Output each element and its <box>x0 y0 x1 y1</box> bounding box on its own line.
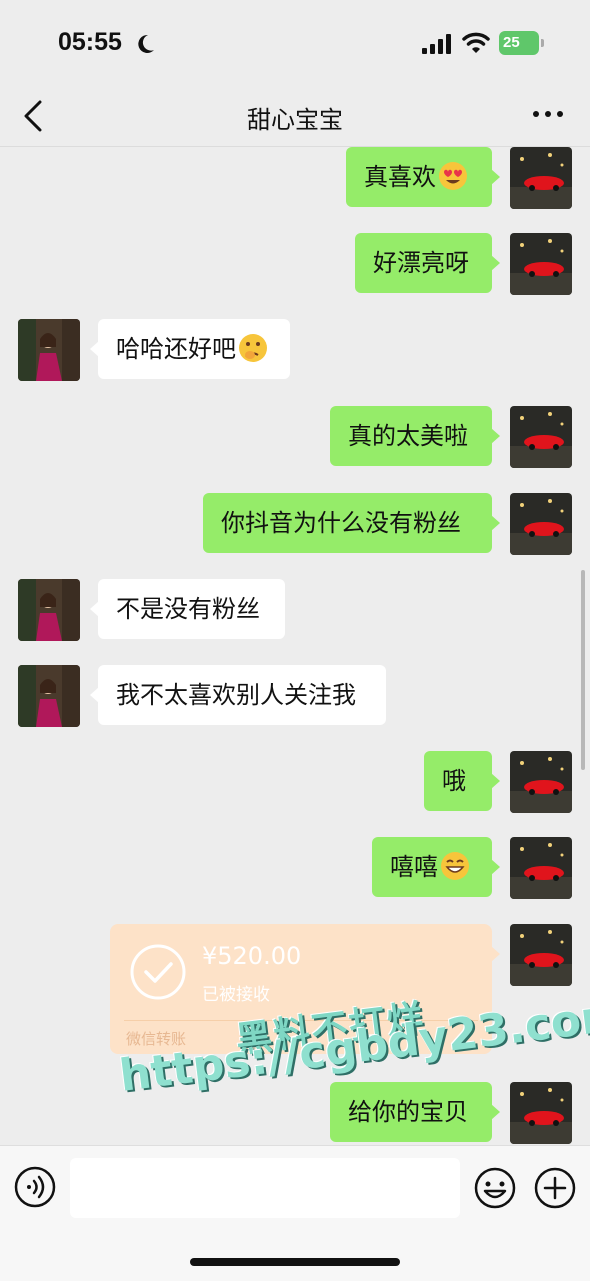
transfer-status: 已被接收 <box>202 985 270 1005</box>
voice-icon[interactable] <box>14 1166 56 1208</box>
car-avatar-image <box>510 406 572 468</box>
contact-avatar[interactable] <box>18 579 80 641</box>
status-time: 05:55 <box>58 28 122 56</box>
battery-level: 25 <box>503 34 520 51</box>
car-avatar-image <box>510 147 572 209</box>
input-bar <box>0 1145 590 1281</box>
wifi-icon <box>462 32 490 53</box>
message-bubble-sent[interactable]: 真喜欢 <box>346 147 500 207</box>
message-bubble-received[interactable]: 我不太喜欢别人关注我 <box>90 665 386 725</box>
message-text: 真的太美啦 <box>348 422 468 450</box>
chat-header: 甜心宝宝 <box>0 90 590 147</box>
message-bubble-sent[interactable]: 真的太美啦 <box>330 406 500 466</box>
battery-tip <box>541 39 544 47</box>
message-text: 哈哈还好吧 <box>116 335 236 363</box>
message-input[interactable] <box>70 1158 460 1218</box>
signal-icon <box>422 34 451 54</box>
message-text: 好漂亮呀 <box>373 249 469 277</box>
check-icon <box>130 944 186 1000</box>
car-avatar-image <box>510 837 572 899</box>
plus-icon[interactable] <box>533 1166 577 1210</box>
moon-icon <box>138 34 154 53</box>
message-bubble-sent[interactable]: 哦 <box>424 751 500 811</box>
woman-avatar-image <box>18 319 80 381</box>
status-bar: 05:55 25 <box>0 0 590 90</box>
message-text: 真喜欢 <box>364 163 436 191</box>
car-avatar-image <box>510 493 572 555</box>
message-bubble-received[interactable]: 哈哈还好吧 <box>90 319 290 379</box>
my-avatar[interactable] <box>510 493 572 555</box>
message-text: 给你的宝贝 <box>348 1098 468 1126</box>
heart-eyes-emoji-icon <box>439 162 467 190</box>
grin-emoji-icon <box>441 852 469 880</box>
my-avatar[interactable] <box>510 1082 572 1144</box>
message-text: 我不太喜欢别人关注我 <box>116 681 356 709</box>
woman-avatar-image <box>18 579 80 641</box>
car-avatar-image <box>510 751 572 813</box>
thinking-emoji-icon <box>239 334 267 362</box>
contact-avatar[interactable] <box>18 665 80 727</box>
my-avatar[interactable] <box>510 837 572 899</box>
my-avatar[interactable] <box>510 751 572 813</box>
message-bubble-sent[interactable]: 嘻嘻 <box>372 837 500 897</box>
message-text: 你抖音为什么没有粉丝 <box>221 509 461 537</box>
more-icon[interactable] <box>532 104 564 124</box>
car-avatar-image <box>510 1082 572 1144</box>
message-list[interactable]: 真喜欢 好漂亮呀 哈哈还好吧 真的太美啦 你抖音为什么没有粉丝 不是没有粉丝 我… <box>0 147 590 1145</box>
message-text: 哦 <box>442 767 466 795</box>
scrollbar[interactable] <box>581 570 585 770</box>
message-bubble-received[interactable]: 不是没有粉丝 <box>90 579 285 639</box>
message-bubble-sent[interactable]: 给你的宝贝 <box>330 1082 500 1142</box>
my-avatar[interactable] <box>510 233 572 295</box>
my-avatar[interactable] <box>510 147 572 209</box>
message-text: 不是没有粉丝 <box>116 595 260 623</box>
battery-indicator: 25 <box>499 31 539 55</box>
contact-avatar[interactable] <box>18 319 80 381</box>
transfer-amount: ¥520.00 <box>202 942 302 970</box>
chat-title: 甜心宝宝 <box>247 106 343 134</box>
message-bubble-sent[interactable]: 你抖音为什么没有粉丝 <box>203 493 500 553</box>
my-avatar[interactable] <box>510 924 572 986</box>
home-indicator <box>190 1258 400 1266</box>
message-bubble-sent[interactable]: 好漂亮呀 <box>355 233 500 293</box>
car-avatar-image <box>510 924 572 986</box>
car-avatar-image <box>510 233 572 295</box>
woman-avatar-image <box>18 665 80 727</box>
my-avatar[interactable] <box>510 406 572 468</box>
message-text: 嘻嘻 <box>390 853 438 881</box>
emoji-icon[interactable] <box>473 1166 517 1210</box>
